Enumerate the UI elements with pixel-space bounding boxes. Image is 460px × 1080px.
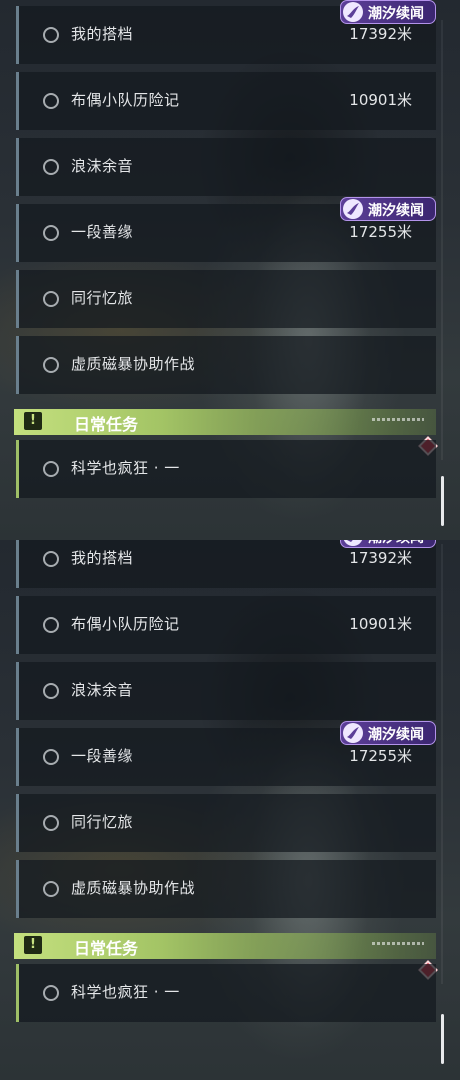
tide-sequel-badge: 潮汐续闻 <box>340 0 436 24</box>
quest-status-ring-icon <box>43 551 59 567</box>
quest-name: 虚质磁暴协助作战 <box>71 355 196 373</box>
exclamation-icon: ! <box>24 412 42 430</box>
header-decoration <box>372 418 424 421</box>
quest-name: 布偶小队历险记 <box>71 615 180 633</box>
quest-name: 同行忆旅 <box>71 813 134 831</box>
daily-quest-title: 日常任务 <box>74 415 139 434</box>
tide-logo-icon <box>343 723 363 743</box>
badge-label: 潮汐续闻 <box>368 6 424 22</box>
daily-quest-title: 日常任务 <box>74 939 139 958</box>
quest-distance: 17255米 <box>349 223 412 241</box>
tide-sequel-badge: 潮汐续闻 <box>340 540 436 548</box>
quest-list: 我的搭档 17392米 布偶小队历险记 10901米 浪沫余音 一段善缘 172… <box>0 0 460 540</box>
quest-panel-bottom: 我的搭档 17392米 布偶小队历险记 10901米 浪沫余音 一段善缘 172… <box>0 540 460 1080</box>
quest-item-journey-memory[interactable]: 同行忆旅 <box>16 270 436 328</box>
quest-name: 布偶小队历险记 <box>71 91 180 109</box>
quest-status-ring-icon <box>43 357 59 373</box>
quest-panel-top: 我的搭档 17392米 布偶小队历险记 10901米 浪沫余音 一段善缘 172… <box>0 0 460 540</box>
quest-name: 科学也疯狂 · 一 <box>71 459 180 477</box>
badge-label: 潮汐续闻 <box>368 203 424 219</box>
quest-name: 我的搭档 <box>71 549 134 567</box>
quest-item-storm-assist[interactable]: 虚质磁暴协助作战 <box>16 336 436 394</box>
tide-sequel-badge: 潮汐续闻 <box>340 721 436 745</box>
daily-quest-header[interactable]: ! 日常任务 <box>14 409 436 435</box>
quest-status-ring-icon <box>43 815 59 831</box>
scrollbar-thumb[interactable] <box>441 476 444 526</box>
exclamation-icon: ! <box>24 936 42 954</box>
tide-logo-icon <box>343 540 363 546</box>
badge-label: 潮汐续闻 <box>368 727 424 743</box>
scrollbar-thumb[interactable] <box>441 1014 444 1064</box>
quest-item-puppet-squad[interactable]: 布偶小队历险记 10901米 <box>16 596 436 654</box>
quest-item-foam-echo[interactable]: 浪沫余音 <box>16 138 436 196</box>
quest-name: 我的搭档 <box>71 25 134 43</box>
quest-name: 一段善缘 <box>71 747 134 765</box>
quest-item-foam-echo[interactable]: 浪沫余音 <box>16 662 436 720</box>
quest-status-ring-icon <box>43 617 59 633</box>
quest-name: 虚质磁暴协助作战 <box>71 879 196 897</box>
tide-logo-icon <box>343 2 363 22</box>
quest-status-ring-icon <box>43 159 59 175</box>
scroll-track <box>441 544 443 984</box>
quest-status-ring-icon <box>43 985 59 1001</box>
quest-item-daily-science[interactable]: 科学也疯狂 · 一 <box>16 964 436 1022</box>
quest-status-ring-icon <box>43 225 59 241</box>
quest-status-ring-icon <box>43 881 59 897</box>
quest-item-puppet-squad[interactable]: 布偶小队历险记 10901米 <box>16 72 436 130</box>
quest-status-ring-icon <box>43 291 59 307</box>
quest-distance: 17392米 <box>349 549 412 567</box>
quest-status-ring-icon <box>43 749 59 765</box>
quest-status-ring-icon <box>43 461 59 477</box>
quest-name: 科学也疯狂 · 一 <box>71 983 180 1001</box>
quest-item-daily-science[interactable]: 科学也疯狂 · 一 <box>16 440 436 498</box>
quest-status-ring-icon <box>43 27 59 43</box>
quest-name: 浪沫余音 <box>71 681 134 699</box>
quest-name: 一段善缘 <box>71 223 134 241</box>
quest-item-journey-memory[interactable]: 同行忆旅 <box>16 794 436 852</box>
scroll-track <box>441 20 443 460</box>
daily-quest-header[interactable]: ! 日常任务 <box>14 933 436 959</box>
quest-distance: 17255米 <box>349 747 412 765</box>
quest-distance: 10901米 <box>349 615 412 633</box>
quest-list: 我的搭档 17392米 布偶小队历险记 10901米 浪沫余音 一段善缘 172… <box>0 540 460 1080</box>
header-decoration <box>372 942 424 945</box>
quest-name: 同行忆旅 <box>71 289 134 307</box>
quest-item-storm-assist[interactable]: 虚质磁暴协助作战 <box>16 860 436 918</box>
tide-logo-icon <box>343 199 363 219</box>
quest-distance: 17392米 <box>349 25 412 43</box>
quest-status-ring-icon <box>43 683 59 699</box>
quest-status-ring-icon <box>43 93 59 109</box>
tide-sequel-badge: 潮汐续闻 <box>340 197 436 221</box>
quest-distance: 10901米 <box>349 91 412 109</box>
badge-label: 潮汐续闻 <box>368 540 424 547</box>
quest-name: 浪沫余音 <box>71 157 134 175</box>
